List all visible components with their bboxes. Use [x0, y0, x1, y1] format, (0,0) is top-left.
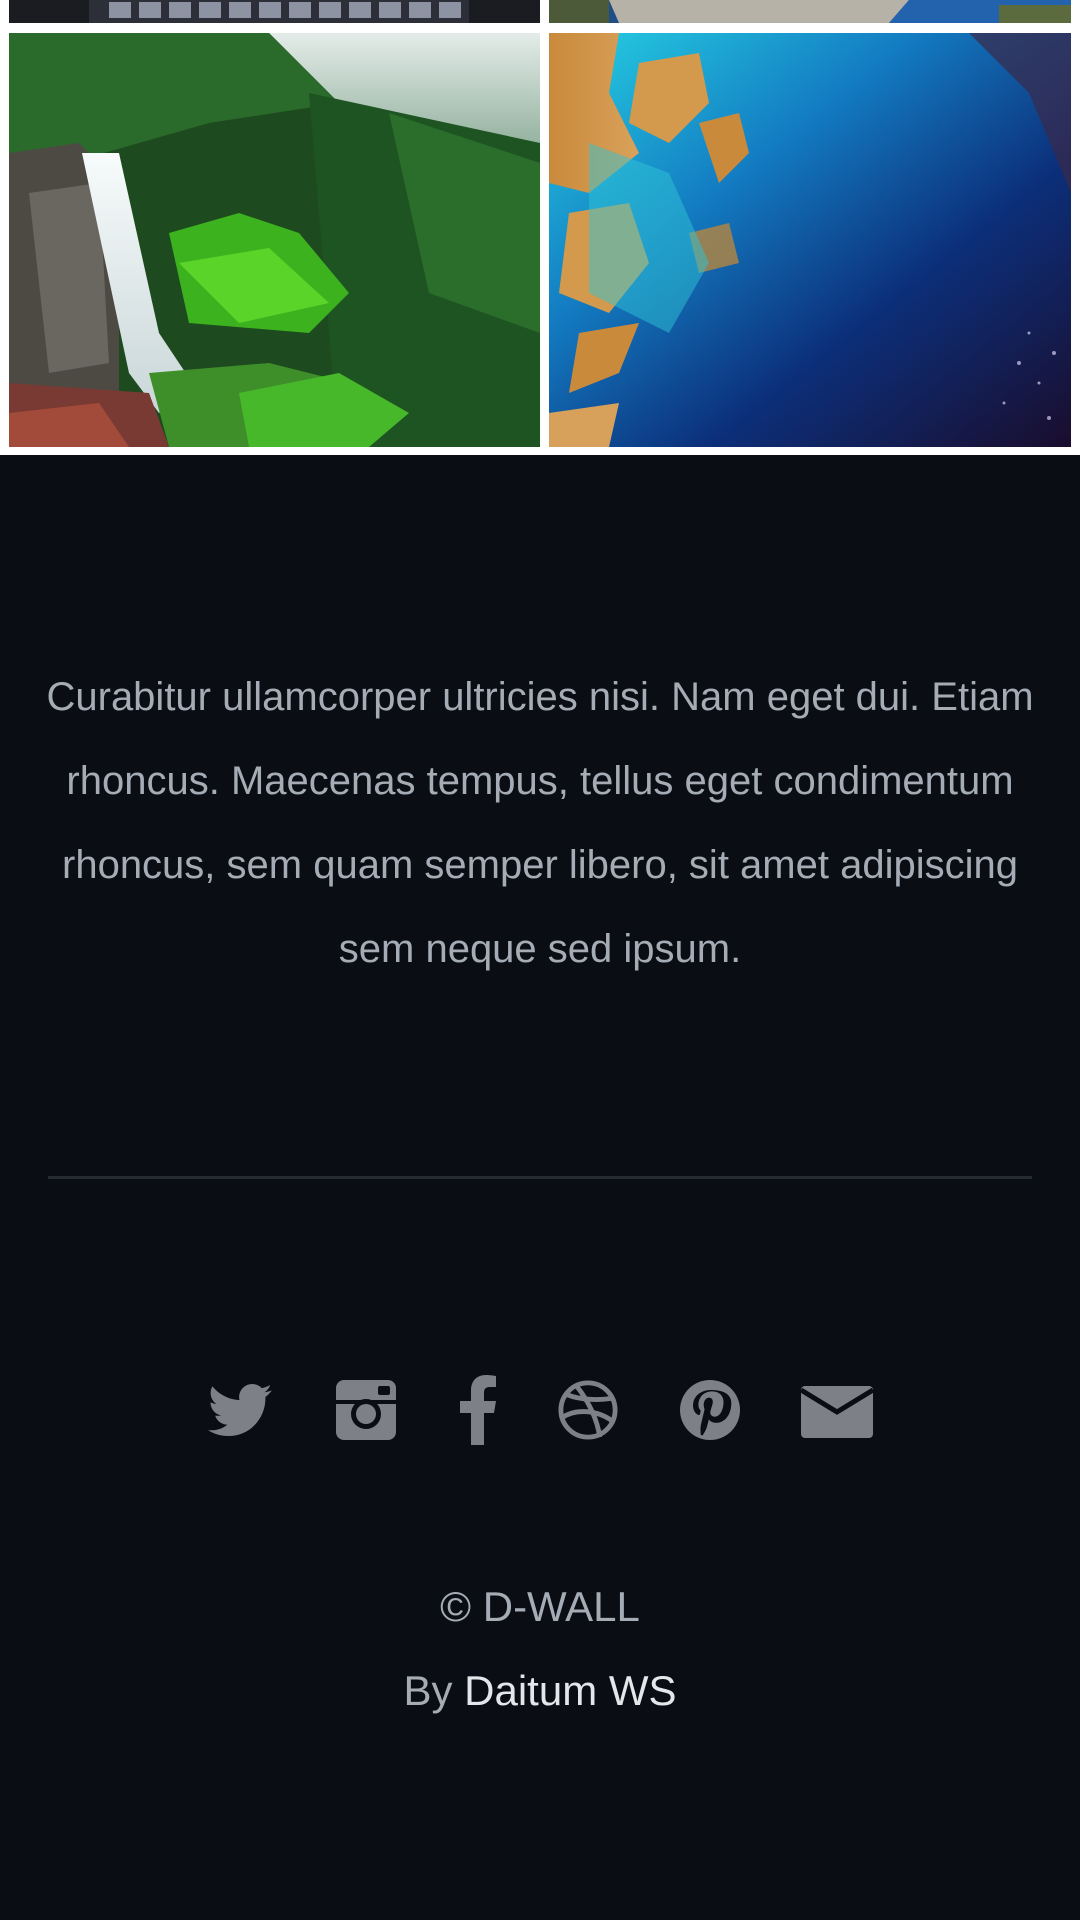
- photo-gallery: [0, 0, 1080, 455]
- gallery-image-building[interactable]: [9, 0, 540, 23]
- twitter-icon[interactable]: [208, 1375, 272, 1445]
- site-footer: Curabitur ullamcorper ultricies nisi. Na…: [0, 455, 1080, 1920]
- gallery-image-coast[interactable]: [549, 0, 1071, 23]
- gallery-image-ocean[interactable]: [549, 33, 1071, 447]
- dribbble-icon[interactable]: [557, 1375, 619, 1445]
- instagram-icon[interactable]: [334, 1375, 398, 1445]
- envelope-icon[interactable]: [801, 1375, 873, 1445]
- author-prefix: By: [403, 1667, 465, 1714]
- footer-divider: [48, 1176, 1032, 1179]
- author-link[interactable]: Daitum WS: [464, 1667, 676, 1714]
- facebook-icon[interactable]: [458, 1375, 498, 1445]
- copyright-text: © D-WALL: [440, 1583, 640, 1630]
- pinterest-icon[interactable]: [678, 1375, 742, 1445]
- author-line: By Daitum WS: [0, 1649, 1080, 1733]
- gallery-image-waterfall[interactable]: [9, 33, 540, 447]
- footer-credits: © D-WALL By Daitum WS: [0, 1565, 1080, 1733]
- footer-description: Curabitur ullamcorper ultricies nisi. Na…: [46, 675, 1034, 971]
- social-links: [0, 1375, 1080, 1455]
